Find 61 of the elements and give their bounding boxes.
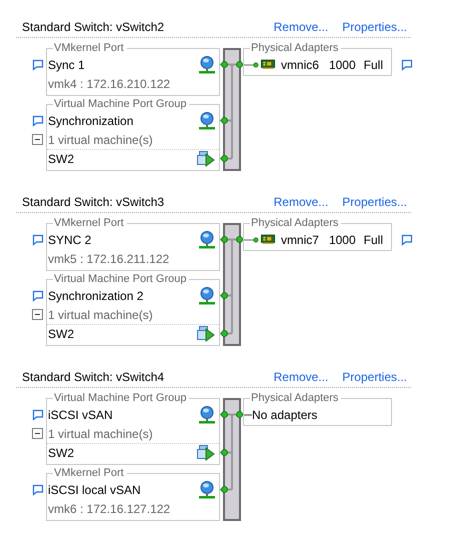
adapter-name: vmnic6	[280, 58, 319, 72]
group-legend: Physical Adapters	[250, 216, 342, 230]
collapse-toggle-icon[interactable]	[32, 428, 43, 439]
comment-icon[interactable]	[32, 114, 44, 126]
vmkernel-address: vmk6 : 172.16.127.122	[48, 502, 170, 516]
network-port-icon	[199, 406, 215, 424]
comment-icon[interactable]	[401, 234, 413, 246]
group-legend: Physical Adapters	[250, 41, 342, 55]
comment-icon[interactable]	[401, 59, 413, 71]
vm-count: 1 virtual machine(s)	[48, 308, 153, 322]
vm-name: SW2	[48, 446, 74, 460]
action-link[interactable]: Properties...	[342, 20, 407, 34]
comment-icon[interactable]	[32, 290, 44, 302]
vm-name: SW2	[48, 152, 74, 166]
adapter-speed: 1000	[328, 58, 356, 72]
network-port-icon	[199, 286, 215, 304]
network-port-icon	[199, 56, 215, 74]
switch-title: Standard Switch: vSwitch2	[22, 20, 164, 34]
collapse-toggle-icon[interactable]	[32, 134, 43, 145]
action-link[interactable]: Remove...	[274, 194, 328, 208]
vm-name: SW2	[48, 327, 74, 341]
switch-title: Standard Switch: vSwitch4	[22, 370, 164, 384]
port-name: SYNC 2	[48, 232, 92, 246]
switch-title: Standard Switch: vSwitch3	[22, 194, 164, 208]
port-name: iSCSI local vSAN	[48, 482, 141, 496]
network-port-icon	[199, 480, 215, 498]
vmkernel-address: vmk4 : 172.16.210.122	[48, 76, 170, 90]
adapter-duplex: Full	[364, 232, 383, 246]
network-card-icon	[260, 233, 275, 246]
comment-icon[interactable]	[32, 484, 44, 496]
link-line-icon	[244, 236, 259, 244]
action-link[interactable]: Properties...	[342, 194, 407, 208]
vmkernel-address: vmk5 : 172.16.211.122	[48, 252, 170, 266]
port-name: Sync 1	[48, 58, 85, 72]
virtual-machine-icon	[197, 445, 215, 461]
group-legend: Physical Adapters	[250, 391, 342, 405]
vm-count: 1 virtual machine(s)	[48, 132, 153, 146]
adapter-speed: 1000	[328, 232, 356, 246]
comment-icon[interactable]	[32, 408, 44, 420]
network-port-icon	[199, 230, 215, 248]
virtual-machine-icon	[197, 151, 215, 167]
adapter-duplex: Full	[364, 58, 383, 72]
action-link[interactable]: Remove...	[274, 370, 328, 384]
action-link[interactable]: Properties...	[342, 370, 407, 384]
group-legend: Virtual Machine Port Group	[53, 272, 190, 286]
port-name: iSCSI vSAN	[48, 408, 113, 422]
virtual-machine-icon	[197, 326, 215, 342]
group-legend: Virtual Machine Port Group	[53, 97, 190, 111]
port-name: Synchronization 2	[48, 288, 144, 302]
port-name: Synchronization	[48, 114, 134, 128]
no-adapters-text: No adapters	[252, 408, 318, 422]
network-port-icon	[199, 112, 215, 130]
vm-count: 1 virtual machine(s)	[48, 426, 153, 440]
group-legend: Virtual Machine Port Group	[53, 391, 190, 405]
comment-icon[interactable]	[32, 58, 44, 70]
network-card-icon	[260, 58, 275, 71]
collapse-toggle-icon[interactable]	[32, 309, 43, 320]
action-link[interactable]: Remove...	[274, 20, 328, 34]
link-line-icon	[244, 60, 259, 68]
adapter-name: vmnic7	[280, 232, 319, 246]
comment-icon[interactable]	[32, 234, 44, 246]
